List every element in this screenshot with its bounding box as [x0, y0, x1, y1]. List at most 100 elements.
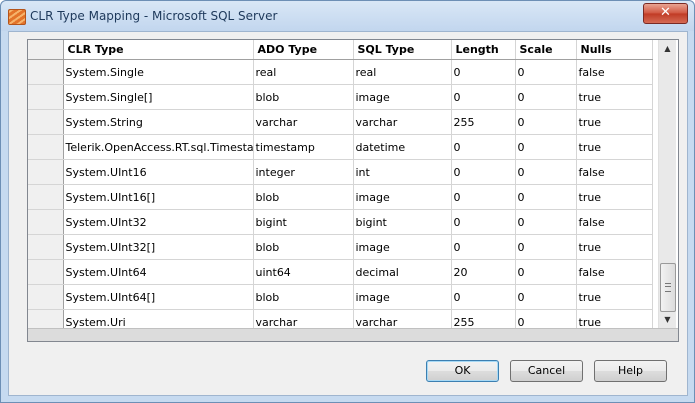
row-header[interactable] [28, 259, 64, 285]
table-row[interactable]: System.UInt64 uint64 decimal 20 0 false [28, 259, 653, 285]
table-row[interactable]: System.UInt16[] blob image 0 0 true [28, 184, 653, 210]
cell-scale[interactable]: 0 [515, 159, 577, 185]
ok-button[interactable]: OK [426, 360, 499, 382]
cell-ado-type[interactable]: timestamp [253, 134, 354, 160]
table-row[interactable]: System.Single[] blob image 0 0 true [28, 84, 653, 110]
cell-clr-type[interactable]: System.String [63, 109, 254, 135]
cell-clr-type[interactable]: Telerik.OpenAccess.RT.sql.Timesta [63, 134, 254, 160]
column-header-nulls[interactable]: Nulls [576, 40, 653, 60]
cell-ado-type[interactable]: varchar [253, 109, 354, 135]
table-row[interactable]: Telerik.OpenAccess.RT.sql.Timesta timesta… [28, 134, 653, 160]
table-row[interactable]: System.UInt32[] blob image 0 0 true [28, 234, 653, 260]
cell-nulls[interactable]: true [576, 284, 653, 310]
cell-scale[interactable]: 0 [515, 184, 577, 210]
cell-nulls[interactable]: true [576, 234, 653, 260]
cell-nulls[interactable]: true [576, 84, 653, 110]
cell-ado-type[interactable]: uint64 [253, 259, 354, 285]
dialog-window: CLR Type Mapping - Microsoft SQL Server … [0, 0, 695, 403]
table-row[interactable]: System.UInt16 integer int 0 0 false [28, 159, 653, 185]
row-header[interactable] [28, 184, 64, 210]
title-bar[interactable]: CLR Type Mapping - Microsoft SQL Server … [1, 1, 694, 31]
cell-nulls[interactable]: false [576, 209, 653, 235]
cell-sql-type[interactable]: decimal [353, 259, 452, 285]
cell-length[interactable]: 255 [451, 109, 516, 135]
row-header[interactable] [28, 284, 64, 310]
table-row[interactable]: System.UInt32 bigint bigint 0 0 false [28, 209, 653, 235]
cell-nulls[interactable]: true [576, 109, 653, 135]
cell-sql-type[interactable]: image [353, 184, 452, 210]
cell-scale[interactable]: 0 [515, 259, 577, 285]
window-title: CLR Type Mapping - Microsoft SQL Server [30, 9, 278, 23]
cell-ado-type[interactable]: blob [253, 234, 354, 260]
cell-clr-type[interactable]: System.Single [63, 59, 254, 85]
cell-sql-type[interactable]: image [353, 284, 452, 310]
cell-clr-type[interactable]: System.UInt64 [63, 259, 254, 285]
cell-sql-type[interactable]: real [353, 59, 452, 85]
table-row[interactable]: System.Single real real 0 0 false [28, 59, 653, 85]
cell-scale[interactable]: 0 [515, 284, 577, 310]
cell-length[interactable]: 0 [451, 159, 516, 185]
cell-scale[interactable]: 0 [515, 209, 577, 235]
column-header-ado-type[interactable]: ADO Type [253, 40, 354, 60]
cell-sql-type[interactable]: image [353, 234, 452, 260]
cell-length[interactable]: 0 [451, 284, 516, 310]
vertical-scrollbar[interactable]: ▲ ▼ [658, 40, 676, 328]
row-header[interactable] [28, 84, 64, 110]
cell-nulls[interactable]: true [576, 134, 653, 160]
column-header-sql-type[interactable]: SQL Type [353, 40, 452, 60]
app-icon [8, 9, 26, 25]
close-button[interactable]: ✕ [643, 3, 688, 24]
cell-nulls[interactable]: false [576, 159, 653, 185]
cell-scale[interactable]: 0 [515, 59, 577, 85]
cell-sql-type[interactable]: bigint [353, 209, 452, 235]
cell-ado-type[interactable]: real [253, 59, 354, 85]
cell-length[interactable]: 0 [451, 59, 516, 85]
cell-nulls[interactable]: false [576, 59, 653, 85]
cell-scale[interactable]: 0 [515, 109, 577, 135]
row-header[interactable] [28, 159, 64, 185]
cell-nulls[interactable]: true [576, 184, 653, 210]
scroll-up-arrow-icon[interactable]: ▲ [659, 40, 676, 57]
cell-ado-type[interactable]: bigint [253, 209, 354, 235]
cell-sql-type[interactable]: varchar [353, 109, 452, 135]
row-header[interactable] [28, 209, 64, 235]
cell-sql-type[interactable]: datetime [353, 134, 452, 160]
cell-clr-type[interactable]: System.UInt32[] [63, 234, 254, 260]
row-header[interactable] [28, 59, 64, 85]
cancel-button[interactable]: Cancel [510, 360, 583, 382]
cell-length[interactable]: 0 [451, 84, 516, 110]
row-header[interactable] [28, 134, 64, 160]
scroll-down-arrow-icon[interactable]: ▼ [659, 311, 676, 328]
cell-scale[interactable]: 0 [515, 234, 577, 260]
cell-clr-type[interactable]: System.Single[] [63, 84, 254, 110]
cell-ado-type[interactable]: blob [253, 284, 354, 310]
type-mapping-grid[interactable]: CLR Type ADO Type SQL Type Length Scale … [27, 39, 679, 342]
cell-clr-type[interactable]: System.UInt16 [63, 159, 254, 185]
cell-scale[interactable]: 0 [515, 84, 577, 110]
cell-length[interactable]: 0 [451, 184, 516, 210]
cell-scale[interactable]: 0 [515, 134, 577, 160]
column-header-clr-type[interactable]: CLR Type [63, 40, 254, 60]
cell-ado-type[interactable]: integer [253, 159, 354, 185]
cell-length[interactable]: 20 [451, 259, 516, 285]
cell-length[interactable]: 0 [451, 134, 516, 160]
cell-nulls[interactable]: false [576, 259, 653, 285]
cell-length[interactable]: 0 [451, 209, 516, 235]
cell-sql-type[interactable]: image [353, 84, 452, 110]
column-header-scale[interactable]: Scale [515, 40, 577, 60]
table-row[interactable]: System.UInt64[] blob image 0 0 true [28, 284, 653, 310]
cell-clr-type[interactable]: System.UInt16[] [63, 184, 254, 210]
cell-ado-type[interactable]: blob [253, 84, 354, 110]
cell-ado-type[interactable]: blob [253, 184, 354, 210]
cell-clr-type[interactable]: System.UInt64[] [63, 284, 254, 310]
column-header-length[interactable]: Length [451, 40, 516, 60]
row-header-corner[interactable] [28, 40, 64, 60]
cell-sql-type[interactable]: int [353, 159, 452, 185]
cell-length[interactable]: 0 [451, 234, 516, 260]
row-header[interactable] [28, 234, 64, 260]
table-row[interactable]: System.String varchar varchar 255 0 true [28, 109, 653, 135]
help-button[interactable]: Help [594, 360, 667, 382]
row-header[interactable] [28, 109, 64, 135]
scrollbar-thumb[interactable] [660, 263, 676, 312]
cell-clr-type[interactable]: System.UInt32 [63, 209, 254, 235]
